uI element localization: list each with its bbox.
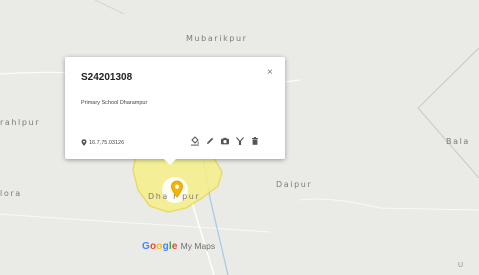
my-maps-wordmark: My Maps bbox=[180, 241, 216, 251]
place-label-lora: lora bbox=[0, 189, 22, 198]
corner-label: U bbox=[458, 262, 464, 269]
filter-icon[interactable] bbox=[235, 136, 245, 146]
google-letter: e bbox=[171, 241, 178, 252]
location-pin-icon bbox=[81, 139, 87, 146]
pencil-icon[interactable] bbox=[205, 136, 215, 146]
district-boundary bbox=[417, 47, 479, 179]
google-letter: G bbox=[142, 241, 150, 252]
close-icon[interactable]: × bbox=[267, 68, 277, 78]
google-wordmark: Google bbox=[142, 241, 178, 252]
camera-icon[interactable] bbox=[220, 136, 230, 146]
popup-pointer bbox=[163, 158, 177, 165]
coordinates-text: 16.7,75.03126 bbox=[89, 139, 125, 146]
place-label-bala: Bala bbox=[446, 137, 470, 146]
info-popup: S24201308 × Primary School Dharampur 16.… bbox=[65, 57, 285, 159]
place-label-rahlpur: rahlpur bbox=[0, 118, 41, 127]
place-label-mubarikpur: Mubarikpur bbox=[186, 34, 248, 43]
popup-title: S24201308 bbox=[81, 72, 133, 83]
popup-coordinates: 16.7,75.03126 bbox=[81, 139, 124, 146]
road-line bbox=[299, 198, 479, 211]
map-pin-icon[interactable] bbox=[170, 180, 184, 198]
google-my-maps-logo: Google My Maps bbox=[142, 241, 215, 252]
trash-icon[interactable] bbox=[250, 136, 260, 146]
place-label-daipur: Daipur bbox=[276, 180, 313, 189]
popup-description: Primary School Dharampur bbox=[81, 100, 148, 106]
popup-actions bbox=[190, 136, 260, 146]
paint-bucket-icon[interactable] bbox=[190, 136, 200, 146]
district-boundary bbox=[94, 0, 125, 15]
map-canvas[interactable]: Mubarikpur rahlpur Bala lora Dha r pur D… bbox=[0, 0, 479, 275]
road-line bbox=[189, 195, 215, 275]
road-line bbox=[0, 213, 271, 233]
